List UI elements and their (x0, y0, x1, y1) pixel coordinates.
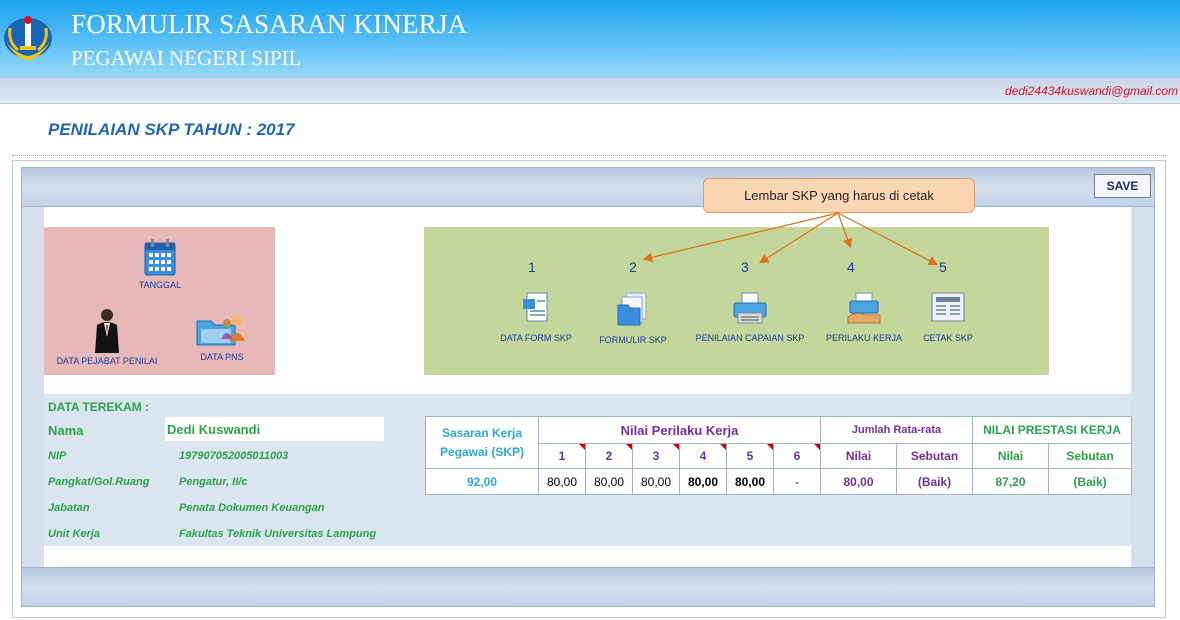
perilaku-value-6: - (773, 468, 821, 495)
app-title: FORMULIR SASARAN KINERJA (71, 9, 468, 39)
left-menu-panel: TANGGAL DATA PEJABAT PENILAI DATA PNS (44, 227, 275, 375)
tanggal-button[interactable]: TANGGAL (128, 237, 192, 290)
print-number-2: 2 (629, 259, 637, 275)
email-bar: dedi24434kuswandi@gmail.com (0, 78, 1180, 104)
cetak-skp-label: CETAK SKP (923, 333, 973, 343)
folder-people-icon (196, 316, 245, 346)
perilaku-value-1: 80,00 (538, 468, 586, 495)
print-number-5: 5 (939, 259, 947, 275)
prestasi-header: NILAI PRESTASI KERJA (972, 416, 1132, 444)
data-form-skp-label: DATA FORM SKP (500, 333, 572, 343)
frame-right-bar (1131, 207, 1155, 567)
print-number-3: 3 (741, 259, 749, 275)
perilaku-col-4: 4 (679, 443, 727, 469)
app-window: FORMULIR SASARAN KINERJA PEGAWAI NEGERI … (0, 0, 1180, 620)
nip-label: NIP (48, 450, 67, 462)
prestasi-nilai-value: 87,20 (972, 468, 1049, 495)
perilaku-col-3: 3 (632, 443, 680, 469)
frame-bottom-bar (21, 567, 1155, 607)
frame-top-bar (21, 167, 1155, 207)
perilaku-value-5: 80,00 (726, 468, 774, 495)
frame-left-bar (21, 207, 44, 567)
jabatan-value: Penata Dokumen Keuangan (179, 502, 325, 514)
perilaku-header: Nilai Perilaku Kerja (538, 416, 821, 444)
print-number-4: 4 (847, 259, 855, 275)
nama-label: Nama (48, 423, 84, 438)
perilaku-value-2: 80,00 (585, 468, 633, 495)
perilaku-kerja-button[interactable]: PERILAKU KERJA (818, 291, 910, 343)
score-table: Sasaran Kerja Pegawai (SKP) Nilai Perila… (425, 416, 1132, 495)
tanggal-label: TANGGAL (138, 280, 182, 290)
perilaku-value-4: 80,00 (679, 468, 727, 495)
app-subtitle: PEGAWAI NEGERI SIPIL (71, 46, 302, 70)
app-header: FORMULIR SASARAN KINERJA PEGAWAI NEGERI … (0, 0, 1180, 78)
form-document-icon (523, 292, 548, 322)
emblem-logo (4, 16, 52, 60)
hand-printer-icon (847, 292, 881, 324)
rata-header: Jumlah Rata-rata (820, 416, 973, 444)
rata-nilai-value: 80,00 (820, 468, 897, 495)
data-pejabat-label: DATA PEJABAT PENILAI (56, 356, 158, 366)
perilaku-col-6: 6 (773, 443, 821, 469)
prestasi-nilai-header: Nilai (972, 443, 1049, 469)
save-button[interactable]: SAVE (1094, 174, 1151, 198)
rata-sebutan-value: (Baik) (896, 468, 973, 495)
data-terekam-title: DATA TEREKAM : (48, 400, 150, 414)
perilaku-col-5: 5 (726, 443, 774, 469)
newspaper-icon (931, 292, 965, 322)
pangkat-value: Pengatur, II/c (179, 476, 248, 488)
page-title: PENILAIAN SKP TAHUN : 2017 (48, 120, 295, 139)
printer-icon (733, 292, 767, 324)
formulir-skp-label: FORMULIR SKP (599, 335, 667, 345)
cetak-skp-button[interactable]: CETAK SKP (910, 291, 986, 343)
print-number-1: 1 (528, 259, 536, 275)
perilaku-col-2: 2 (585, 443, 633, 469)
skp-header: Sasaran Kerja Pegawai (SKP) (425, 416, 539, 469)
data-form-skp-button[interactable]: DATA FORM SKP (490, 291, 582, 343)
prestasi-sebutan-value: (Baik) (1048, 468, 1132, 495)
penilaian-capaian-skp-button[interactable]: PENILAIAN CAPAIAN SKP (690, 291, 810, 343)
rata-sebutan-header: Sebutan (896, 443, 973, 469)
author-email: dedi24434kuswandi@gmail.com (1005, 84, 1178, 98)
nama-value: Dedi Kuswandi (167, 422, 261, 437)
jabatan-label: Jabatan (48, 502, 90, 514)
prestasi-sebutan-header: Sebutan (1048, 443, 1132, 469)
print-callout: Lembar SKP yang harus di cetak (703, 178, 975, 213)
nip-value: 197907052005011003 (179, 450, 289, 462)
documents-icon (617, 292, 647, 326)
unit-kerja-label: Unit Kerja (48, 528, 100, 540)
official-person-icon (95, 309, 119, 353)
calendar-icon (144, 239, 176, 276)
skp-value: 92,00 (425, 468, 539, 495)
divider (12, 155, 1166, 156)
data-pns-label: DATA PNS (200, 352, 244, 362)
penilaian-capaian-skp-label: PENILAIAN CAPAIAN SKP (695, 333, 805, 343)
perilaku-value-3: 80,00 (632, 468, 680, 495)
formulir-skp-button[interactable]: FORMULIR SKP (590, 291, 676, 345)
print-menu-panel: 1 2 3 4 5 DATA FORM SKP FORMULIR SKP PEN… (424, 227, 1049, 375)
data-pns-button[interactable]: DATA PNS (190, 311, 254, 362)
data-pejabat-button[interactable]: DATA PEJABAT PENILAI (52, 307, 162, 366)
perilaku-kerja-label: PERILAKU KERJA (825, 333, 903, 343)
rata-nilai-header: Nilai (820, 443, 897, 469)
unit-kerja-value: Fakultas Teknik Universitas Lampung (179, 528, 377, 540)
pangkat-label: Pangkat/Gol.Ruang (48, 476, 150, 488)
perilaku-col-1: 1 (538, 443, 586, 469)
